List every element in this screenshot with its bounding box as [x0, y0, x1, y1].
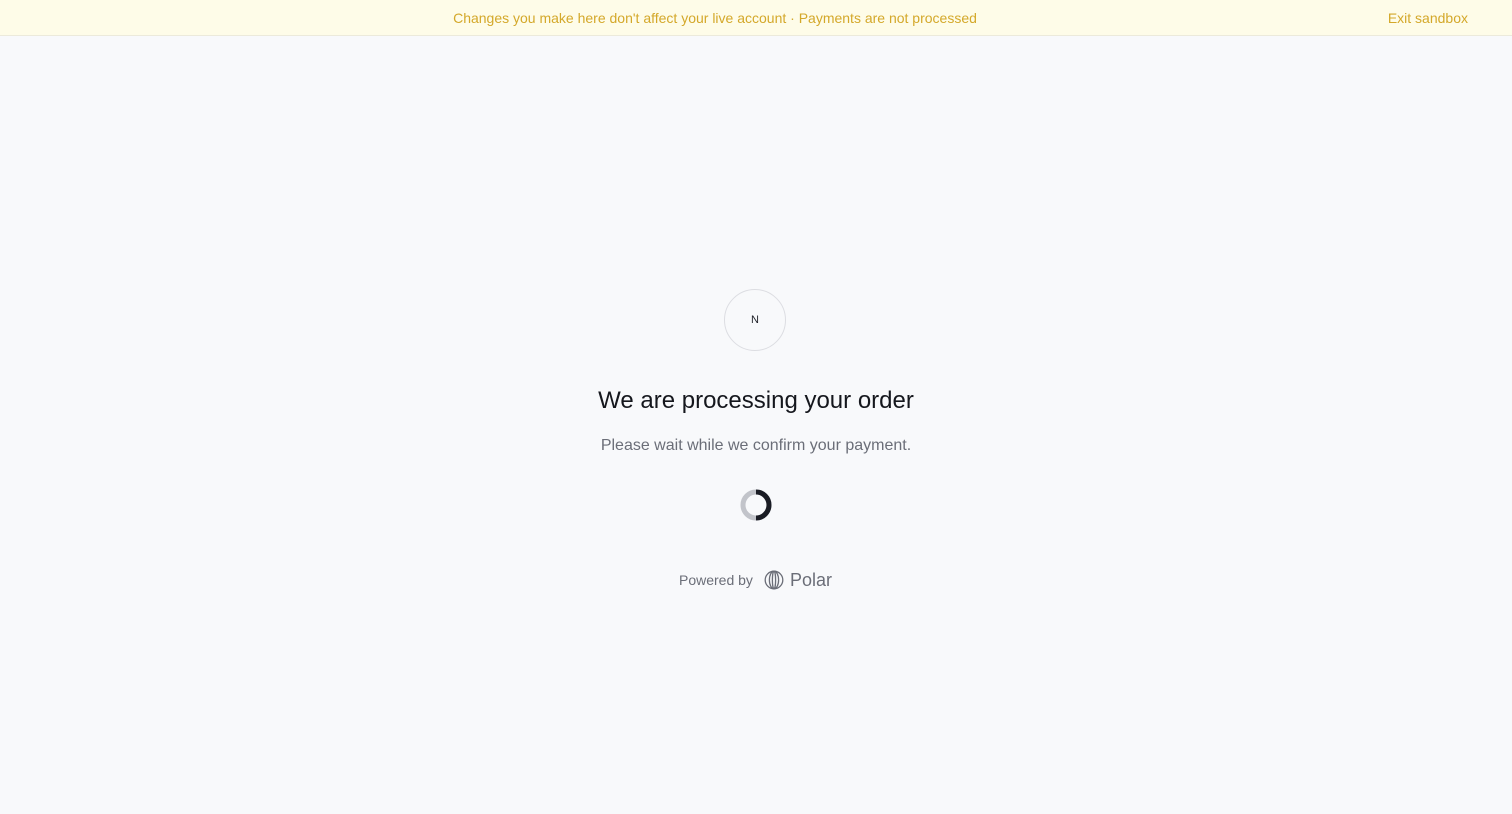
sandbox-banner: Changes you make here don't affect your … [0, 0, 1512, 36]
sandbox-banner-message: Changes you make here don't affect your … [453, 10, 977, 26]
powered-by-polar-link[interactable]: Powered by Polar [679, 566, 832, 594]
loading-spinner-icon [740, 489, 772, 521]
polar-brand-name: Polar [789, 569, 832, 590]
powered-by-label: Powered by [679, 572, 753, 588]
avatar-initial: N [751, 314, 759, 326]
exit-sandbox-link[interactable]: Exit sandbox [1388, 0, 1468, 36]
page-subtitle: Please wait while we confirm your paymen… [600, 437, 912, 454]
polar-logo-icon [764, 570, 784, 590]
checkout-confirmation: N We are processing your order Please wa… [0, 36, 1512, 814]
page-title: We are processing your order [598, 387, 914, 414]
organization-avatar: N [724, 289, 786, 351]
